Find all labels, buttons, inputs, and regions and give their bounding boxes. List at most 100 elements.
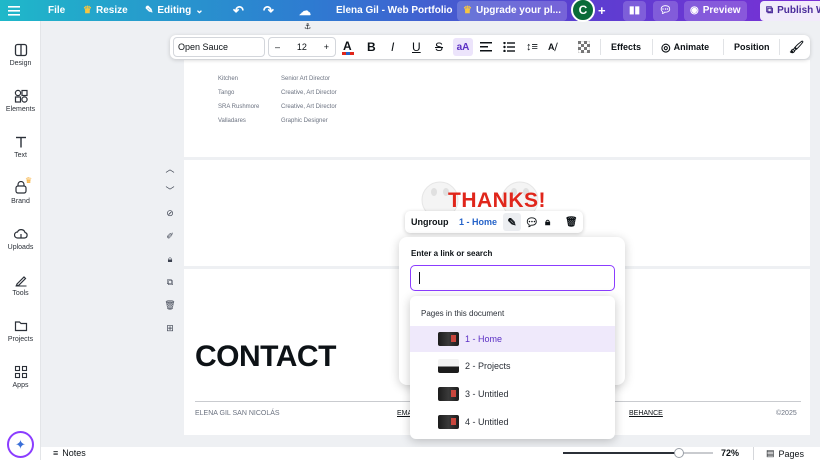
notes-button[interactable]: ≡ Notes: [53, 448, 86, 458]
plus-icon: +: [598, 3, 606, 18]
text-color-button[interactable]: A: [342, 35, 354, 59]
pages-button[interactable]: ▤ Pages: [766, 448, 804, 459]
copy-style-button[interactable]: 🖌︎: [789, 35, 804, 59]
menu-button[interactable]: [8, 0, 20, 21]
spacing-button[interactable]: ↕≡: [526, 35, 538, 59]
add-collaborator-button[interactable]: +: [598, 0, 606, 21]
magic-assistant-button[interactable]: ✦: [7, 431, 34, 458]
page-option[interactable]: 4 - Untitled: [410, 409, 615, 435]
sidebar-item-projects[interactable]: Projects: [0, 319, 41, 343]
font-size-stepper[interactable]: – 12 +: [268, 37, 336, 57]
footer-behance-link[interactable]: BEHANCE: [629, 410, 663, 417]
zoom-slider[interactable]: [563, 448, 713, 458]
add-page-button[interactable]: ⊞: [162, 323, 178, 334]
page-option[interactable]: 1 - Home: [410, 326, 615, 352]
add-page-notes-button[interactable]: ✐: [162, 231, 178, 242]
hide-page-button[interactable]: ⊘: [162, 208, 178, 219]
pencil-icon: ✎: [507, 216, 517, 229]
increase-size-button[interactable]: +: [324, 42, 329, 52]
publish-icon: ⧉: [766, 5, 774, 16]
letter-case-button[interactable]: aA: [453, 38, 473, 56]
table-role-cell: Senior Art Director: [281, 76, 331, 82]
font-family-select[interactable]: Open Sauce: [173, 37, 265, 57]
editing-mode-button[interactable]: ✎ Editing ⌄: [145, 0, 204, 21]
sidebar-item-apps[interactable]: Apps: [0, 365, 41, 389]
insights-button[interactable]: ▮▮: [623, 0, 647, 21]
italic-button[interactable]: I: [391, 35, 394, 59]
notes-label: Notes: [62, 448, 86, 458]
bottom-bar: ≡ Notes 72% ▤ Pages: [41, 447, 820, 460]
toolbar-divider: [723, 39, 724, 55]
publish-label: Publish W: [777, 5, 820, 16]
cloud-upload-icon: [13, 229, 28, 239]
sidebar-item-brand[interactable]: Brand ♛: [0, 176, 41, 205]
lock-icon: 🔒︎: [167, 254, 173, 264]
italic-icon: I: [391, 40, 395, 54]
bold-button[interactable]: B: [367, 35, 376, 59]
toolbar-divider: [652, 39, 653, 55]
pencil-icon: ✎: [145, 5, 154, 16]
font-size-value[interactable]: 12: [297, 42, 307, 52]
page-link-chip[interactable]: 1 - Home: [459, 211, 497, 233]
move-page-down-button[interactable]: ﹀: [162, 184, 178, 197]
comments-button[interactable]: 💬︎: [653, 0, 678, 21]
duplicate-page-button[interactable]: ⧉: [162, 277, 178, 288]
text-effects-button[interactable]: A⧸: [548, 35, 558, 59]
lock-element-button[interactable]: 🔒︎: [545, 211, 550, 233]
undo-button[interactable]: ↶: [233, 0, 244, 21]
sidebar-item-label: Uploads: [7, 244, 34, 251]
cloud-icon: ☁: [299, 3, 311, 18]
sidebar-item-design[interactable]: Design: [0, 43, 41, 67]
text-icon: [15, 136, 26, 148]
sidebar-item-tools[interactable]: Tools: [0, 273, 41, 297]
publish-button[interactable]: ⧉Publish W: [760, 0, 820, 21]
ungroup-button[interactable]: Ungroup: [411, 211, 449, 233]
canvas-page-experience[interactable]: ⚓︎: [184, 22, 810, 157]
transparency-button[interactable]: [578, 35, 590, 59]
comment-add-icon: 💬︎: [525, 216, 539, 229]
preview-button[interactable]: ◉ Preview: [684, 0, 747, 21]
file-menu[interactable]: File: [48, 0, 65, 21]
upgrade-button[interactable]: ♛ Upgrade your pl...: [457, 0, 567, 21]
link-search-input[interactable]: [410, 265, 615, 291]
text-cursor: [419, 272, 420, 284]
chevron-up-icon: ︿: [165, 164, 175, 174]
table-name-cell: SRA Rushmore: [218, 104, 260, 110]
toolbar-divider: [600, 39, 601, 55]
thanks-heading[interactable]: THANKS!: [448, 189, 546, 213]
position-button[interactable]: Position: [734, 35, 770, 59]
edit-link-button[interactable]: ✎: [503, 213, 521, 231]
redo-icon: ↷: [263, 2, 274, 18]
delete-page-button[interactable]: 🗑︎: [162, 300, 178, 311]
preview-label: Preview: [702, 5, 741, 16]
lock-page-button[interactable]: 🔒︎: [162, 254, 178, 265]
add-comment-button[interactable]: 💬︎: [525, 211, 539, 233]
zoom-level[interactable]: 72%: [721, 448, 739, 458]
delete-element-button[interactable]: 🗑︎: [565, 211, 578, 233]
underline-button[interactable]: U: [412, 35, 421, 59]
page-option[interactable]: 2 - Projects: [410, 353, 615, 379]
animate-label: Animate: [673, 42, 710, 52]
list-button[interactable]: [503, 35, 515, 59]
page-option[interactable]: 3 - Untitled: [410, 381, 615, 407]
bar-chart-icon: ▮▮: [629, 5, 641, 16]
decrease-size-button[interactable]: –: [275, 42, 280, 52]
effects-button[interactable]: Effects: [611, 35, 641, 59]
avatar[interactable]: C: [571, 0, 595, 22]
zoom-slider-thumb[interactable]: [674, 448, 684, 458]
sidebar-item-uploads[interactable]: Uploads: [0, 227, 41, 251]
chevron-down-icon: ⌄: [195, 5, 204, 16]
animate-button[interactable]: ◎ Animate: [661, 35, 709, 59]
cloud-save-status[interactable]: ☁: [299, 0, 311, 21]
strikethrough-button[interactable]: S: [435, 35, 443, 59]
resize-button[interactable]: ♛ Resize: [83, 0, 128, 21]
footer-copyright: ©2025: [776, 410, 797, 417]
document-title[interactable]: Elena Gil - Web Portfolio: [336, 0, 453, 21]
align-button[interactable]: [480, 35, 492, 59]
sidebar-item-text[interactable]: Text: [0, 135, 41, 159]
sidebar-item-label: Projects: [7, 336, 34, 343]
redo-button[interactable]: ↷: [263, 0, 274, 21]
sidebar-item-elements[interactable]: Elements: [0, 89, 41, 113]
crown-icon: ♛: [83, 5, 92, 16]
move-page-up-button[interactable]: ︿: [162, 162, 178, 175]
